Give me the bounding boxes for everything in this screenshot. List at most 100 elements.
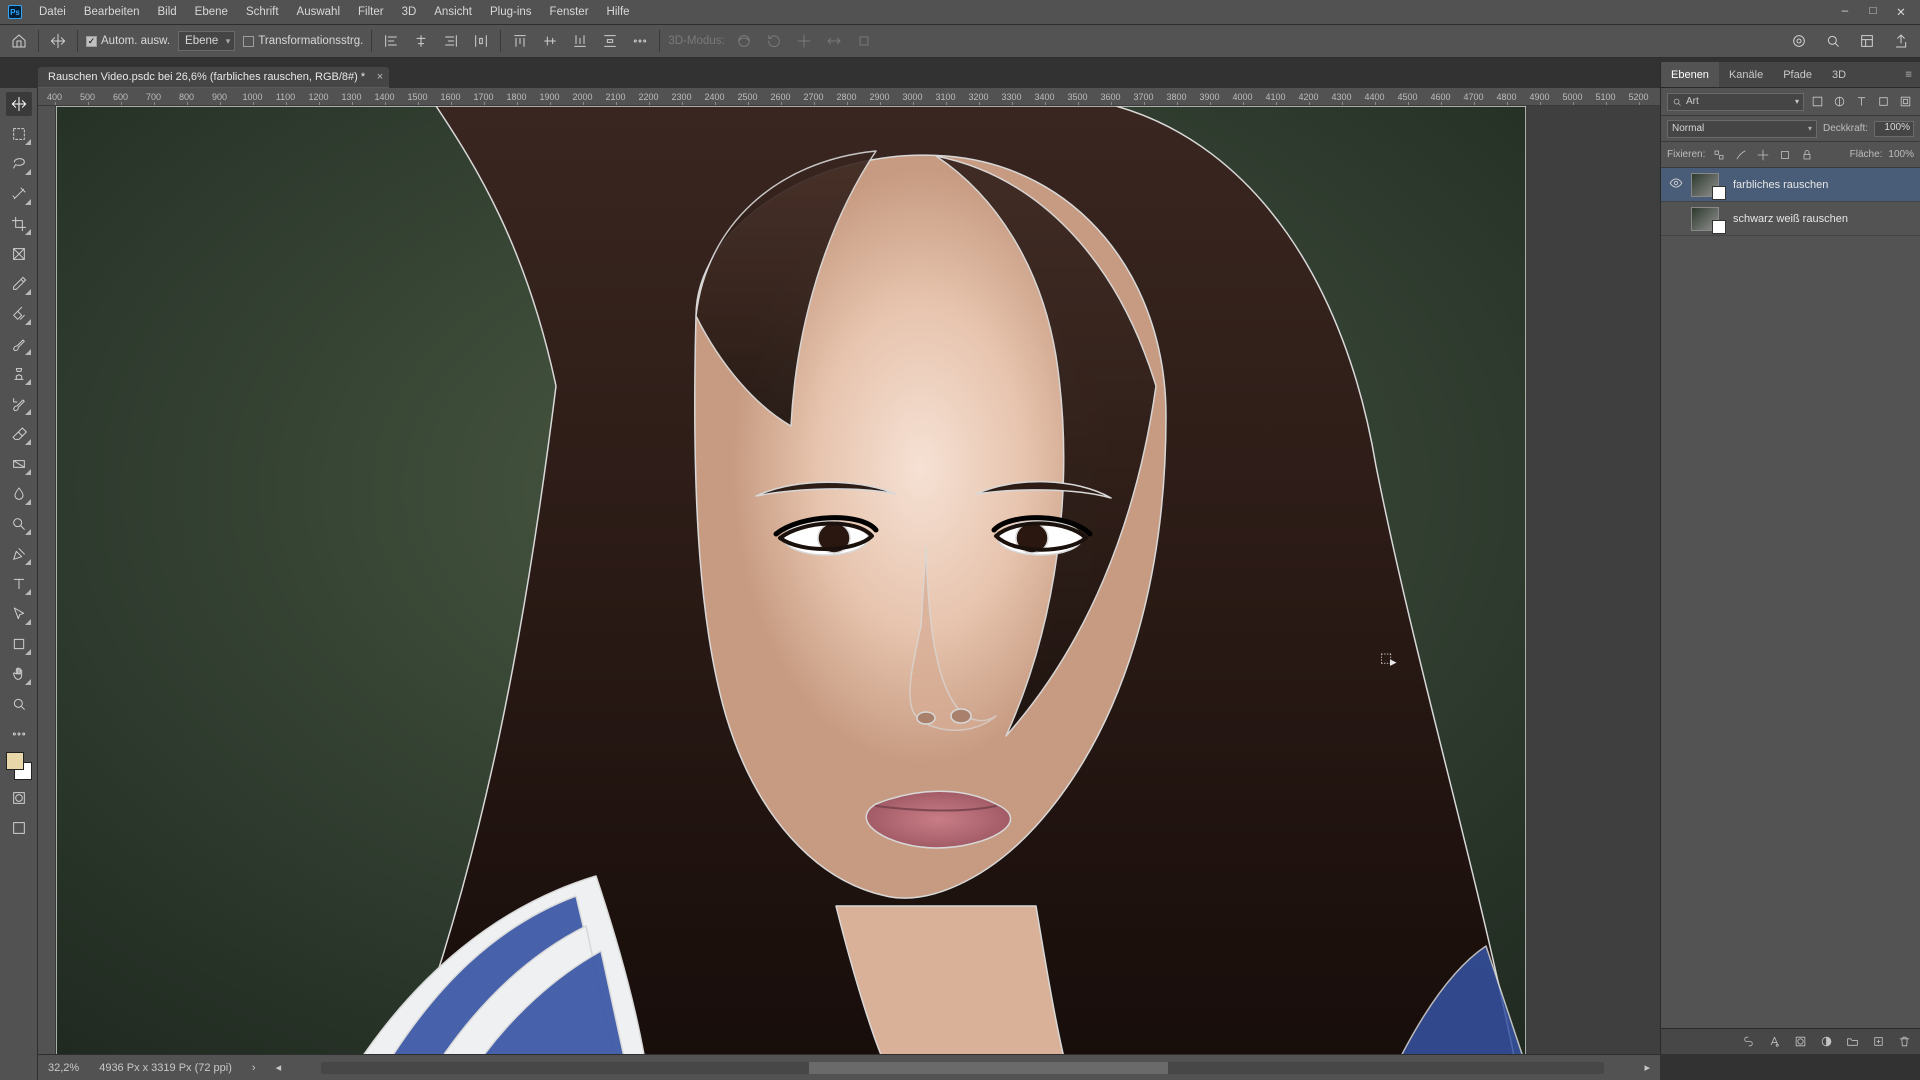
transform-controls-checkbox[interactable]: Transformationsstrg. xyxy=(243,35,363,47)
magic-wand-tool[interactable] xyxy=(6,182,32,206)
layer-visibility-icon[interactable] xyxy=(1667,176,1685,193)
lock-all-icon[interactable] xyxy=(1799,147,1815,163)
scroll-right-icon[interactable]: ▸ xyxy=(1644,1061,1650,1074)
tab-ebenen[interactable]: Ebenen xyxy=(1661,62,1719,87)
more-options-icon[interactable] xyxy=(629,30,651,52)
menu-hilfe[interactable]: Hilfe xyxy=(598,0,639,24)
window-maximize-button[interactable]: □ xyxy=(1866,5,1880,19)
panel-menu-icon[interactable]: ≡ xyxy=(1897,62,1920,87)
menu-bearbeiten[interactable]: Bearbeiten xyxy=(75,0,149,24)
menu-ebene[interactable]: Ebene xyxy=(186,0,237,24)
eyedropper-tool[interactable] xyxy=(6,272,32,296)
fill-input[interactable]: 100% xyxy=(1888,149,1914,160)
layer-filter-dropdown[interactable]: Art▾ xyxy=(1667,93,1804,111)
menu-ansicht[interactable]: Ansicht xyxy=(425,0,481,24)
filter-adjust-icon[interactable] xyxy=(1830,93,1848,111)
menu-3d[interactable]: 3D xyxy=(393,0,426,24)
color-swatches[interactable] xyxy=(6,752,32,780)
zoom-level[interactable]: 32,2% xyxy=(48,1062,79,1074)
pen-tool[interactable] xyxy=(6,542,32,566)
lock-transparency-icon[interactable] xyxy=(1711,147,1727,163)
link-layers-icon[interactable] xyxy=(1740,1034,1756,1050)
layer-mask-icon[interactable] xyxy=(1792,1034,1808,1050)
zoom-tool[interactable] xyxy=(6,692,32,716)
align-right-icon[interactable] xyxy=(440,30,462,52)
new-layer-icon[interactable] xyxy=(1870,1034,1886,1050)
align-hcenter-icon[interactable] xyxy=(410,30,432,52)
menu-fenster[interactable]: Fenster xyxy=(541,0,598,24)
filter-shape-icon[interactable] xyxy=(1874,93,1892,111)
workspace-icon[interactable] xyxy=(1856,30,1878,52)
layer-name[interactable]: schwarz weiß rauschen xyxy=(1733,213,1848,225)
filter-pixel-icon[interactable] xyxy=(1808,93,1826,111)
blur-tool[interactable] xyxy=(6,482,32,506)
healing-brush-tool[interactable] xyxy=(6,302,32,326)
home-icon[interactable] xyxy=(8,30,30,52)
delete-layer-icon[interactable] xyxy=(1896,1034,1912,1050)
move-tool[interactable] xyxy=(6,92,32,116)
cloud-docs-icon[interactable] xyxy=(1788,30,1810,52)
align-vcenter-icon[interactable] xyxy=(539,30,561,52)
eraser-tool[interactable] xyxy=(6,422,32,446)
layer-style-icon[interactable] xyxy=(1766,1034,1782,1050)
document-info[interactable]: 4936 Px x 3319 Px (72 ppi) xyxy=(99,1062,232,1074)
foreground-color-swatch[interactable] xyxy=(6,752,24,770)
clone-stamp-tool[interactable] xyxy=(6,362,32,386)
lasso-tool[interactable] xyxy=(6,152,32,176)
horizontal-scrollbar[interactable] xyxy=(321,1062,1604,1074)
window-minimize-button[interactable]: – xyxy=(1838,5,1852,19)
tab-pfade[interactable]: Pfade xyxy=(1773,62,1822,87)
menu-plugins[interactable]: Plug-ins xyxy=(481,0,541,24)
align-left-icon[interactable] xyxy=(380,30,402,52)
type-tool[interactable] xyxy=(6,572,32,596)
lock-image-icon[interactable] xyxy=(1733,147,1749,163)
auto-select-checkbox[interactable]: ✓ Autom. ausw. xyxy=(86,35,170,47)
menu-bild[interactable]: Bild xyxy=(148,0,185,24)
search-icon[interactable] xyxy=(1822,30,1844,52)
marquee-tool[interactable] xyxy=(6,122,32,146)
layer-row[interactable]: schwarz weiß rauschen xyxy=(1661,202,1920,236)
layer-name[interactable]: farbliches rauschen xyxy=(1733,179,1828,191)
filter-smart-icon[interactable] xyxy=(1896,93,1914,111)
share-icon[interactable] xyxy=(1890,30,1912,52)
frame-tool[interactable] xyxy=(6,242,32,266)
document-tab[interactable]: Rauschen Video.psdc bei 26,6% (farbliche… xyxy=(38,67,389,88)
scroll-left-icon[interactable]: ◂ xyxy=(276,1061,282,1074)
history-brush-tool[interactable] xyxy=(6,392,32,416)
quick-mask-icon[interactable] xyxy=(6,786,32,810)
distribute-v-icon[interactable] xyxy=(599,30,621,52)
lock-position-icon[interactable] xyxy=(1755,147,1771,163)
layer-thumbnail[interactable] xyxy=(1691,207,1719,231)
path-select-tool[interactable] xyxy=(6,602,32,626)
opacity-input[interactable]: 100% xyxy=(1874,121,1914,137)
group-layers-icon[interactable] xyxy=(1844,1034,1860,1050)
shape-tool[interactable] xyxy=(6,632,32,656)
menu-filter[interactable]: Filter xyxy=(349,0,393,24)
tab-kanaele[interactable]: Kanäle xyxy=(1719,62,1773,87)
info-chevron-icon[interactable]: › xyxy=(252,1062,256,1074)
gradient-tool[interactable] xyxy=(6,452,32,476)
edit-toolbar[interactable] xyxy=(6,722,32,746)
close-tab-icon[interactable]: × xyxy=(377,71,383,83)
menu-datei[interactable]: Datei xyxy=(30,0,75,24)
filter-type-icon[interactable] xyxy=(1852,93,1870,111)
align-bottom-icon[interactable] xyxy=(569,30,591,52)
brush-tool[interactable] xyxy=(6,332,32,356)
window-close-button[interactable]: ✕ xyxy=(1894,5,1908,19)
tab-3d[interactable]: 3D xyxy=(1822,62,1856,87)
canvas-area[interactable] xyxy=(56,106,1660,1054)
screen-mode-icon[interactable] xyxy=(6,816,32,840)
adjustment-layer-icon[interactable] xyxy=(1818,1034,1834,1050)
crop-tool[interactable] xyxy=(6,212,32,236)
dodge-tool[interactable] xyxy=(6,512,32,536)
hand-tool[interactable] xyxy=(6,662,32,686)
menu-auswahl[interactable]: Auswahl xyxy=(288,0,349,24)
distribute-h-icon[interactable] xyxy=(470,30,492,52)
layer-thumbnail[interactable] xyxy=(1691,173,1719,197)
blend-mode-dropdown[interactable]: Normal xyxy=(1667,120,1817,138)
menu-schrift[interactable]: Schrift xyxy=(237,0,288,24)
auto-select-target-dropdown[interactable]: Ebene xyxy=(178,31,235,51)
layer-row[interactable]: farbliches rauschen xyxy=(1661,168,1920,202)
lock-artboard-icon[interactable] xyxy=(1777,147,1793,163)
align-top-icon[interactable] xyxy=(509,30,531,52)
